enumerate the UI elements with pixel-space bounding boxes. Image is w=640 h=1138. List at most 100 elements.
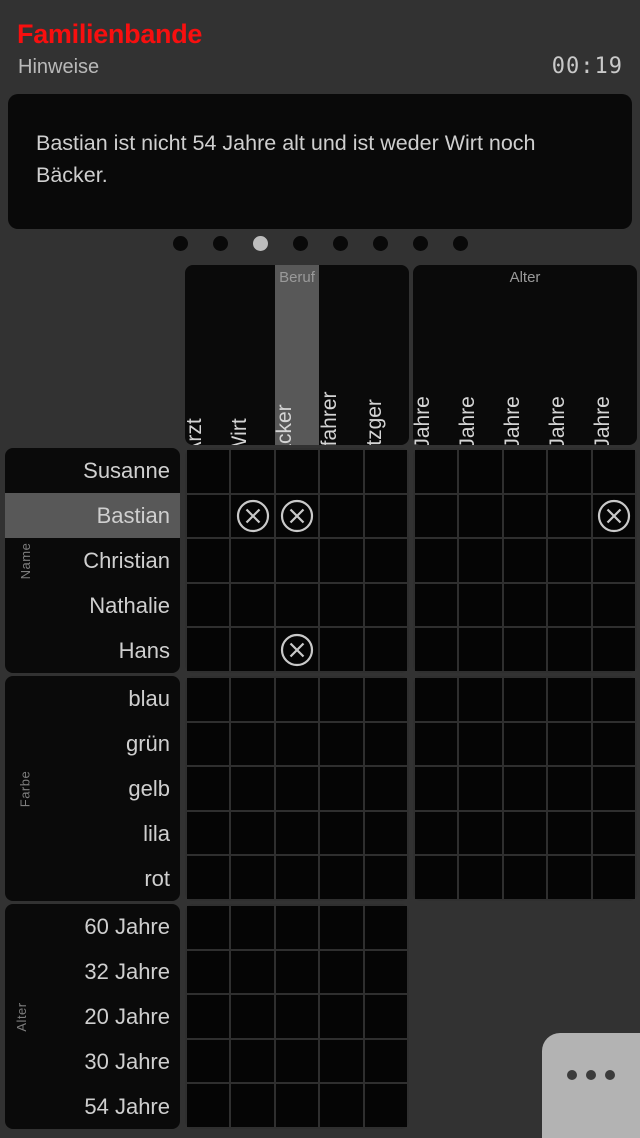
grid-name-beruf[interactable] (185, 448, 409, 673)
cell-farbe_beruf-r0-c3[interactable] (320, 678, 363, 721)
cell-name_beruf-r2-c4[interactable] (364, 539, 407, 582)
cell-farbe_beruf-r4-c1[interactable] (231, 856, 274, 899)
cell-farbe_alter-r3-c2[interactable] (503, 811, 547, 855)
cell-name_alter-r0-c0[interactable] (415, 450, 458, 493)
cell-farbe_beruf-r2-c0[interactable] (187, 767, 230, 810)
cell-name_beruf-r2-c1[interactable] (231, 539, 274, 582)
cell-alter_beruf-r1-c1[interactable] (231, 950, 274, 994)
cell-farbe_alter-r2-c2[interactable] (503, 767, 547, 810)
row-label-name-0[interactable]: Susanne (5, 448, 180, 493)
cell-name_beruf-r3-c0[interactable] (187, 583, 230, 627)
cell-alter_beruf-r3-c3[interactable] (320, 1039, 363, 1083)
cell-farbe_beruf-r1-c3[interactable] (320, 722, 363, 766)
pagination-dot-6[interactable] (372, 236, 388, 251)
cell-farbe_beruf-r0-c2[interactable] (275, 678, 319, 721)
cell-name_alter-r2-c3[interactable] (548, 539, 591, 582)
cell-farbe_alter-r1-c4[interactable] (592, 722, 635, 766)
cell-alter_beruf-r2-c2[interactable] (275, 995, 319, 1038)
cell-name_beruf-r0-c1[interactable] (231, 450, 274, 493)
cell-farbe_beruf-r4-c4[interactable] (364, 856, 407, 899)
cell-farbe_beruf-r4-c2[interactable] (275, 856, 319, 899)
cell-name_beruf-r2-c3[interactable] (320, 539, 363, 582)
cell-alter_beruf-r0-c2[interactable] (275, 906, 319, 949)
grid-farbe-beruf[interactable] (185, 676, 409, 901)
cell-farbe_alter-r0-c0[interactable] (415, 678, 458, 721)
cell-name_beruf-r1-c3[interactable] (320, 494, 363, 538)
cell-name_beruf-r3-c1[interactable] (231, 583, 274, 627)
pagination-dot-7[interactable] (412, 236, 428, 251)
cell-farbe_beruf-r0-c1[interactable] (231, 678, 274, 721)
cell-farbe_alter-r2-c0[interactable] (415, 767, 458, 810)
cell-name_beruf-r1-c0[interactable] (187, 494, 230, 538)
cell-name_alter-r2-c4[interactable] (592, 539, 635, 582)
row-label-name-2[interactable]: Christian (5, 538, 180, 583)
cell-farbe_alter-r3-c0[interactable] (415, 811, 458, 855)
cell-farbe_beruf-r3-c4[interactable] (364, 811, 407, 855)
cell-name_alter-r2-c0[interactable] (415, 539, 458, 582)
cell-farbe_beruf-r3-c3[interactable] (320, 811, 363, 855)
cell-farbe_beruf-r0-c0[interactable] (187, 678, 230, 721)
column-header-alter-0[interactable]: 60 Jahre (413, 265, 458, 445)
cell-name_beruf-r3-c2[interactable] (275, 583, 319, 627)
grid-alter-beruf[interactable] (185, 904, 409, 1129)
cell-name_beruf-r0-c3[interactable] (320, 450, 363, 493)
cell-name_beruf-r0-c4[interactable] (364, 450, 407, 493)
pagination-dot-4[interactable] (292, 236, 308, 251)
cell-farbe_beruf-r1-c0[interactable] (187, 722, 230, 766)
cell-name_alter-r4-c0[interactable] (415, 628, 458, 671)
cell-alter_beruf-r1-c4[interactable] (364, 950, 407, 994)
column-header-beruf-3[interactable]: Busfahrer (319, 265, 364, 445)
cell-name_alter-r1-c3[interactable] (548, 494, 591, 538)
cell-alter_beruf-r0-c3[interactable] (320, 906, 363, 949)
cell-name_beruf-r2-c0[interactable] (187, 539, 230, 582)
cell-name_alter-r0-c3[interactable] (548, 450, 591, 493)
cell-name_beruf-r4-c1[interactable] (231, 628, 274, 671)
cell-name_beruf-r4-c4[interactable] (364, 628, 407, 671)
cell-name_beruf-r0-c2[interactable] (275, 450, 319, 493)
hint-pagination-dots[interactable] (0, 236, 640, 251)
column-header-alter-4[interactable]: 54 Jahre (592, 265, 637, 445)
row-label-alter-1[interactable]: 32 Jahre (5, 949, 180, 994)
row-label-farbe-3[interactable]: lila (5, 811, 180, 856)
column-header-alter-2[interactable]: 20 Jahre (503, 265, 548, 445)
cell-farbe_alter-r4-c2[interactable] (503, 856, 547, 899)
row-label-alter-0[interactable]: 60 Jahre (5, 904, 180, 949)
cell-name_beruf-r3-c4[interactable] (364, 583, 407, 627)
cell-alter_beruf-r0-c0[interactable] (187, 906, 230, 949)
cell-farbe_alter-r3-c3[interactable] (548, 811, 591, 855)
hint-card[interactable]: Bastian ist nicht 54 Jahre alt und ist w… (8, 94, 632, 229)
cell-alter_beruf-r2-c3[interactable] (320, 995, 363, 1038)
cell-name_alter-r4-c1[interactable] (459, 628, 502, 671)
cell-alter_beruf-r1-c3[interactable] (320, 950, 363, 994)
cell-farbe_beruf-r2-c2[interactable] (275, 767, 319, 810)
row-label-farbe-0[interactable]: blau (5, 676, 180, 721)
row-label-name-1[interactable]: Bastian (5, 493, 180, 538)
cell-farbe_alter-r3-c4[interactable] (592, 811, 635, 855)
cell-name_alter-r1-c0[interactable] (415, 494, 458, 538)
cell-name_beruf-r1-c1[interactable] (231, 494, 274, 538)
cell-name_alter-r4-c2[interactable] (503, 628, 547, 671)
cell-name_alter-r3-c2[interactable] (503, 583, 547, 627)
cell-farbe_alter-r1-c1[interactable] (459, 722, 502, 766)
cell-alter_beruf-r1-c2[interactable] (275, 950, 319, 994)
column-header-beruf-2[interactable]: Bäcker (274, 265, 320, 445)
cell-alter_beruf-r3-c1[interactable] (231, 1039, 274, 1083)
row-label-name-4[interactable]: Hans (5, 628, 180, 673)
cell-name_beruf-r1-c4[interactable] (364, 494, 407, 538)
cell-name_alter-r3-c0[interactable] (415, 583, 458, 627)
cell-name_beruf-r1-c2[interactable] (275, 494, 319, 538)
pagination-dot-8[interactable] (452, 236, 468, 251)
cell-name_alter-r4-c3[interactable] (548, 628, 591, 671)
row-label-alter-2[interactable]: 20 Jahre (5, 994, 180, 1039)
cell-name_beruf-r3-c3[interactable] (320, 583, 363, 627)
cell-alter_beruf-r1-c0[interactable] (187, 950, 230, 994)
cell-farbe_beruf-r3-c1[interactable] (231, 811, 274, 855)
cell-name_alter-r2-c2[interactable] (503, 539, 547, 582)
cell-farbe_alter-r0-c4[interactable] (592, 678, 635, 721)
column-header-alter-3[interactable]: 30 Jahre (547, 265, 592, 445)
cell-name_beruf-r4-c2[interactable] (275, 628, 319, 671)
cell-alter_beruf-r4-c1[interactable] (231, 1084, 274, 1127)
row-label-farbe-4[interactable]: rot (5, 856, 180, 901)
cell-alter_beruf-r2-c4[interactable] (364, 995, 407, 1038)
cell-farbe_alter-r1-c0[interactable] (415, 722, 458, 766)
